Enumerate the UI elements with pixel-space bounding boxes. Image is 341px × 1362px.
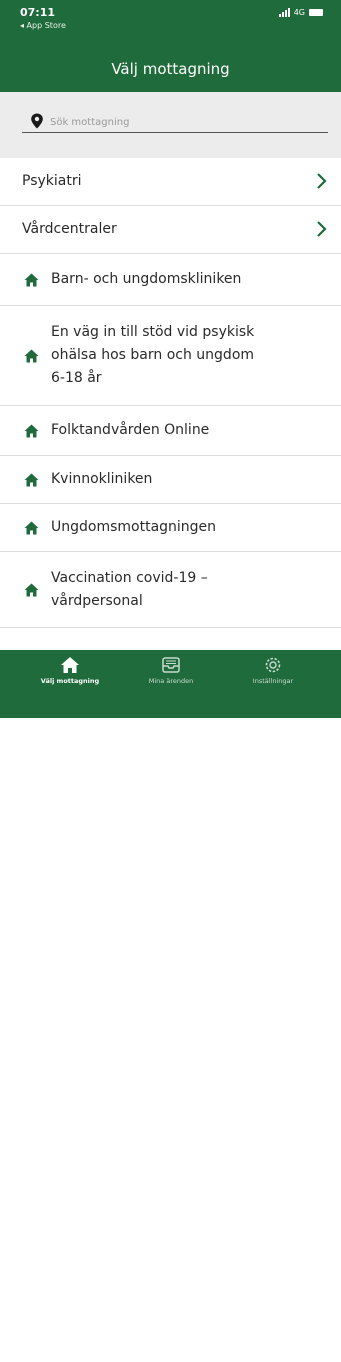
clinic-label: En väg in till stöd vid psykisk ohälsa h… xyxy=(51,321,254,390)
home-icon xyxy=(61,657,79,673)
search-box[interactable] xyxy=(22,112,328,133)
home-icon xyxy=(24,473,39,486)
clinic-label: Barn- och ungdomskliniken xyxy=(51,271,242,287)
clinic-label: Kvinnokliniken xyxy=(51,471,153,487)
network-type: 4G xyxy=(293,8,305,17)
clinic-label: Ungdomsmottagningen xyxy=(51,519,217,535)
home-icon xyxy=(24,521,39,534)
home-icon xyxy=(24,349,39,362)
tab-bar: Välj mottagning Mina ärenden Inställning… xyxy=(0,650,341,1362)
tab-label: Mina ärenden xyxy=(148,677,194,685)
chevron-right-icon xyxy=(317,221,327,237)
clinic-item[interactable]: Kvinnokliniken xyxy=(0,456,341,504)
app-header: 07:11 ◂ App Store 4G Välj mottagning xyxy=(0,0,341,92)
clinic-list: Psykiatri Vårdcentraler Barn- och ungdom… xyxy=(0,158,341,628)
clinic-label: Vaccination covid-19 – vårdpersonal xyxy=(51,567,208,613)
chevron-right-icon xyxy=(317,173,327,189)
tab-label: Inställningar xyxy=(252,677,294,685)
tab-label: Välj mottagning xyxy=(40,677,100,685)
search-section xyxy=(0,92,341,158)
tab-mina-arenden[interactable]: Mina ärenden xyxy=(116,656,226,685)
gear-icon xyxy=(265,657,281,673)
tab-valj-mottagning[interactable]: Välj mottagning xyxy=(15,656,125,685)
category-label: Vårdcentraler xyxy=(22,221,117,237)
clinic-label-line: Vaccination covid-19 – xyxy=(51,569,208,586)
battery-icon xyxy=(309,9,323,16)
clinic-item[interactable]: Barn- och ungdomskliniken xyxy=(0,254,341,306)
category-label: Psykiatri xyxy=(22,173,82,189)
home-icon xyxy=(24,424,39,437)
status-time: 07:11 xyxy=(20,6,56,19)
clinic-item[interactable]: Ungdomsmottagningen xyxy=(0,504,341,552)
clinic-item[interactable]: En väg in till stöd vid psykisk ohälsa h… xyxy=(0,306,341,406)
inbox-icon xyxy=(162,657,180,673)
category-psykiatri[interactable]: Psykiatri xyxy=(0,158,341,206)
back-to-app-store-link[interactable]: ◂ App Store xyxy=(20,21,66,30)
clinic-label-line: vårdpersonal xyxy=(51,592,143,609)
home-icon xyxy=(24,583,39,596)
status-indicators: 4G xyxy=(278,8,323,17)
signal-icon xyxy=(278,8,290,17)
clinic-item[interactable]: Vaccination covid-19 – vårdpersonal xyxy=(0,552,341,628)
clinic-label: Folktandvården Online xyxy=(51,422,210,438)
clinic-label-line: En väg in till stöd vid psykisk xyxy=(51,324,255,340)
search-input[interactable] xyxy=(50,113,320,131)
home-icon xyxy=(24,273,39,286)
location-pin-icon xyxy=(31,113,43,129)
clinic-item[interactable]: Folktandvården Online xyxy=(0,406,341,456)
page-title: Välj mottagning xyxy=(111,60,230,78)
clinic-label-line: 6-18 år xyxy=(51,370,102,386)
tab-installningar[interactable]: Inställningar xyxy=(218,656,328,685)
category-vardcentraler[interactable]: Vårdcentraler xyxy=(0,206,341,254)
clinic-label-line: ohälsa hos barn och ungdom xyxy=(51,347,255,363)
